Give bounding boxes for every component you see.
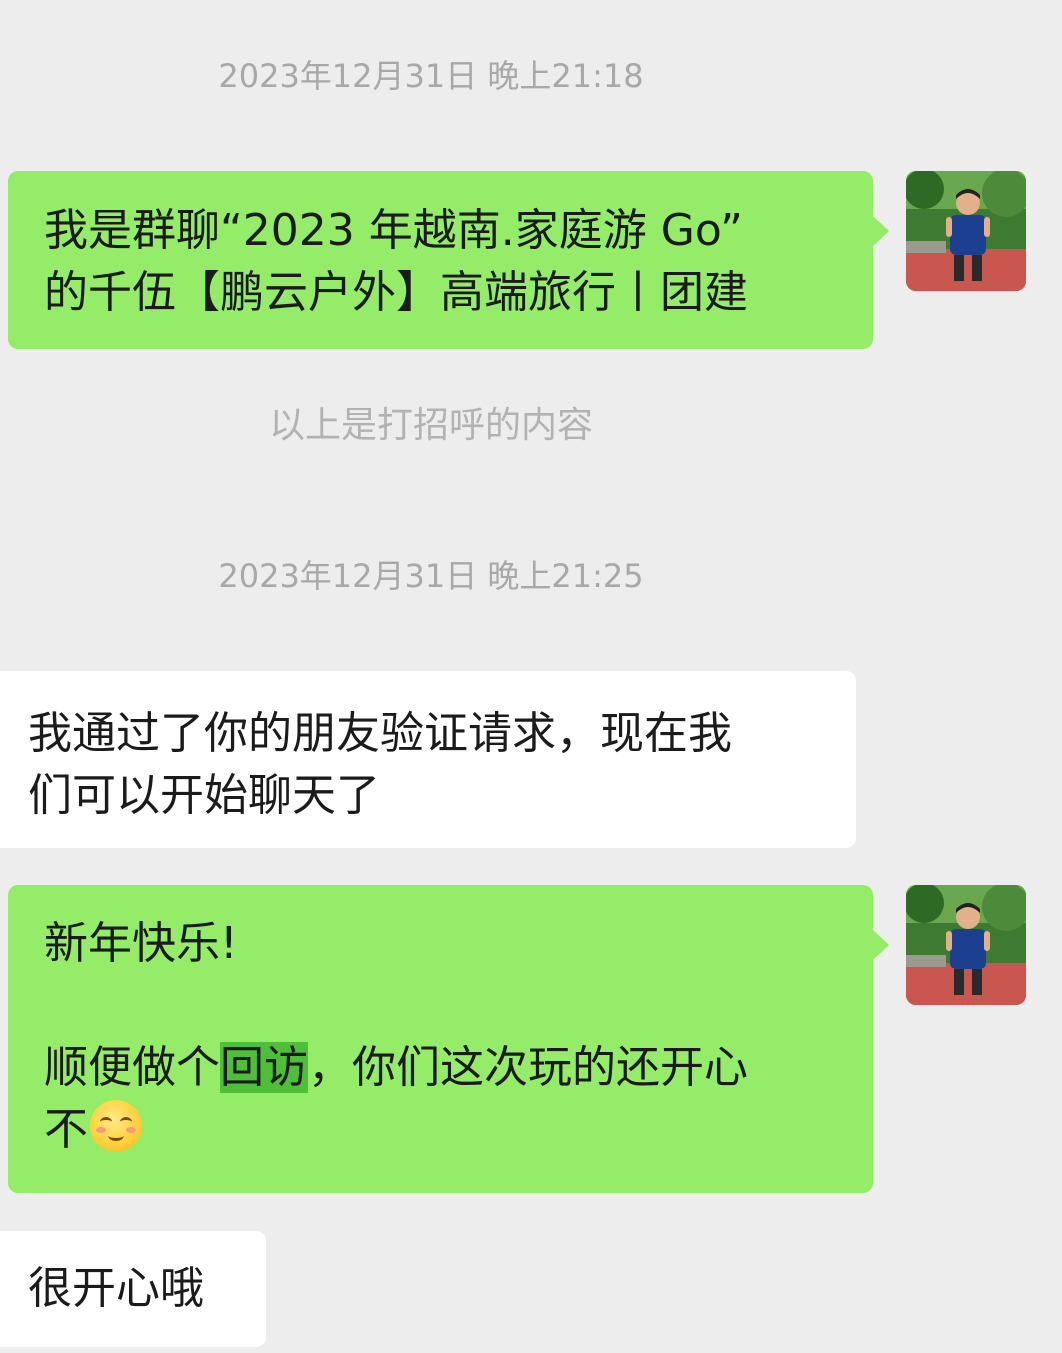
message-text-part: 不 <box>44 1104 88 1155</box>
timestamp: 2023年12月31日 晚上21:18 <box>218 57 644 95</box>
message-text: 新年快乐! <box>44 918 238 969</box>
user-avatar[interactable] <box>906 885 1026 1005</box>
smile-emoji-icon <box>90 1100 142 1152</box>
message-text-part: ，你们这次玩的还开心 <box>308 1042 748 1093</box>
highlighted-text[interactable]: 回访 <box>220 1042 308 1093</box>
user-avatar[interactable] <box>906 171 1026 291</box>
sent-message-bubble[interactable]: 我是群聊“2023 年越南.家庭游 Go” 的千伍【鹏云户外】高端旅行丨团建 <box>8 171 889 349</box>
received-message-bubble[interactable]: 很开心哦 <box>0 1231 266 1347</box>
avatar-photo-icon <box>906 885 1026 1005</box>
sent-message-bubble[interactable]: 新年快乐! 顺便做个回访，你们这次玩的还开心 不 <box>8 885 889 1193</box>
message-text-part: 顺便做个 <box>44 1042 220 1093</box>
message-text: 不 <box>44 1099 873 1161</box>
message-text: 我通过了你的朋友验证请求，现在我 <box>28 708 732 759</box>
system-note: 以上是打招呼的内容 <box>268 405 593 446</box>
message-text: 我是群聊“2023 年越南.家庭游 Go” <box>44 205 743 256</box>
message-text: 很开心哦 <box>28 1263 204 1314</box>
timestamp: 2023年12月31日 晚上21:25 <box>218 557 644 595</box>
avatar-photo-icon <box>906 171 1026 291</box>
message-text: 们可以开始聊天了 <box>28 770 380 821</box>
message-text: 的千伍【鹏云户外】高端旅行丨团建 <box>44 267 748 318</box>
received-message-bubble[interactable]: 我通过了你的朋友验证请求，现在我 们可以开始聊天了 <box>0 671 856 848</box>
message-text: 顺便做个回访，你们这次玩的还开心 <box>44 1037 873 1099</box>
